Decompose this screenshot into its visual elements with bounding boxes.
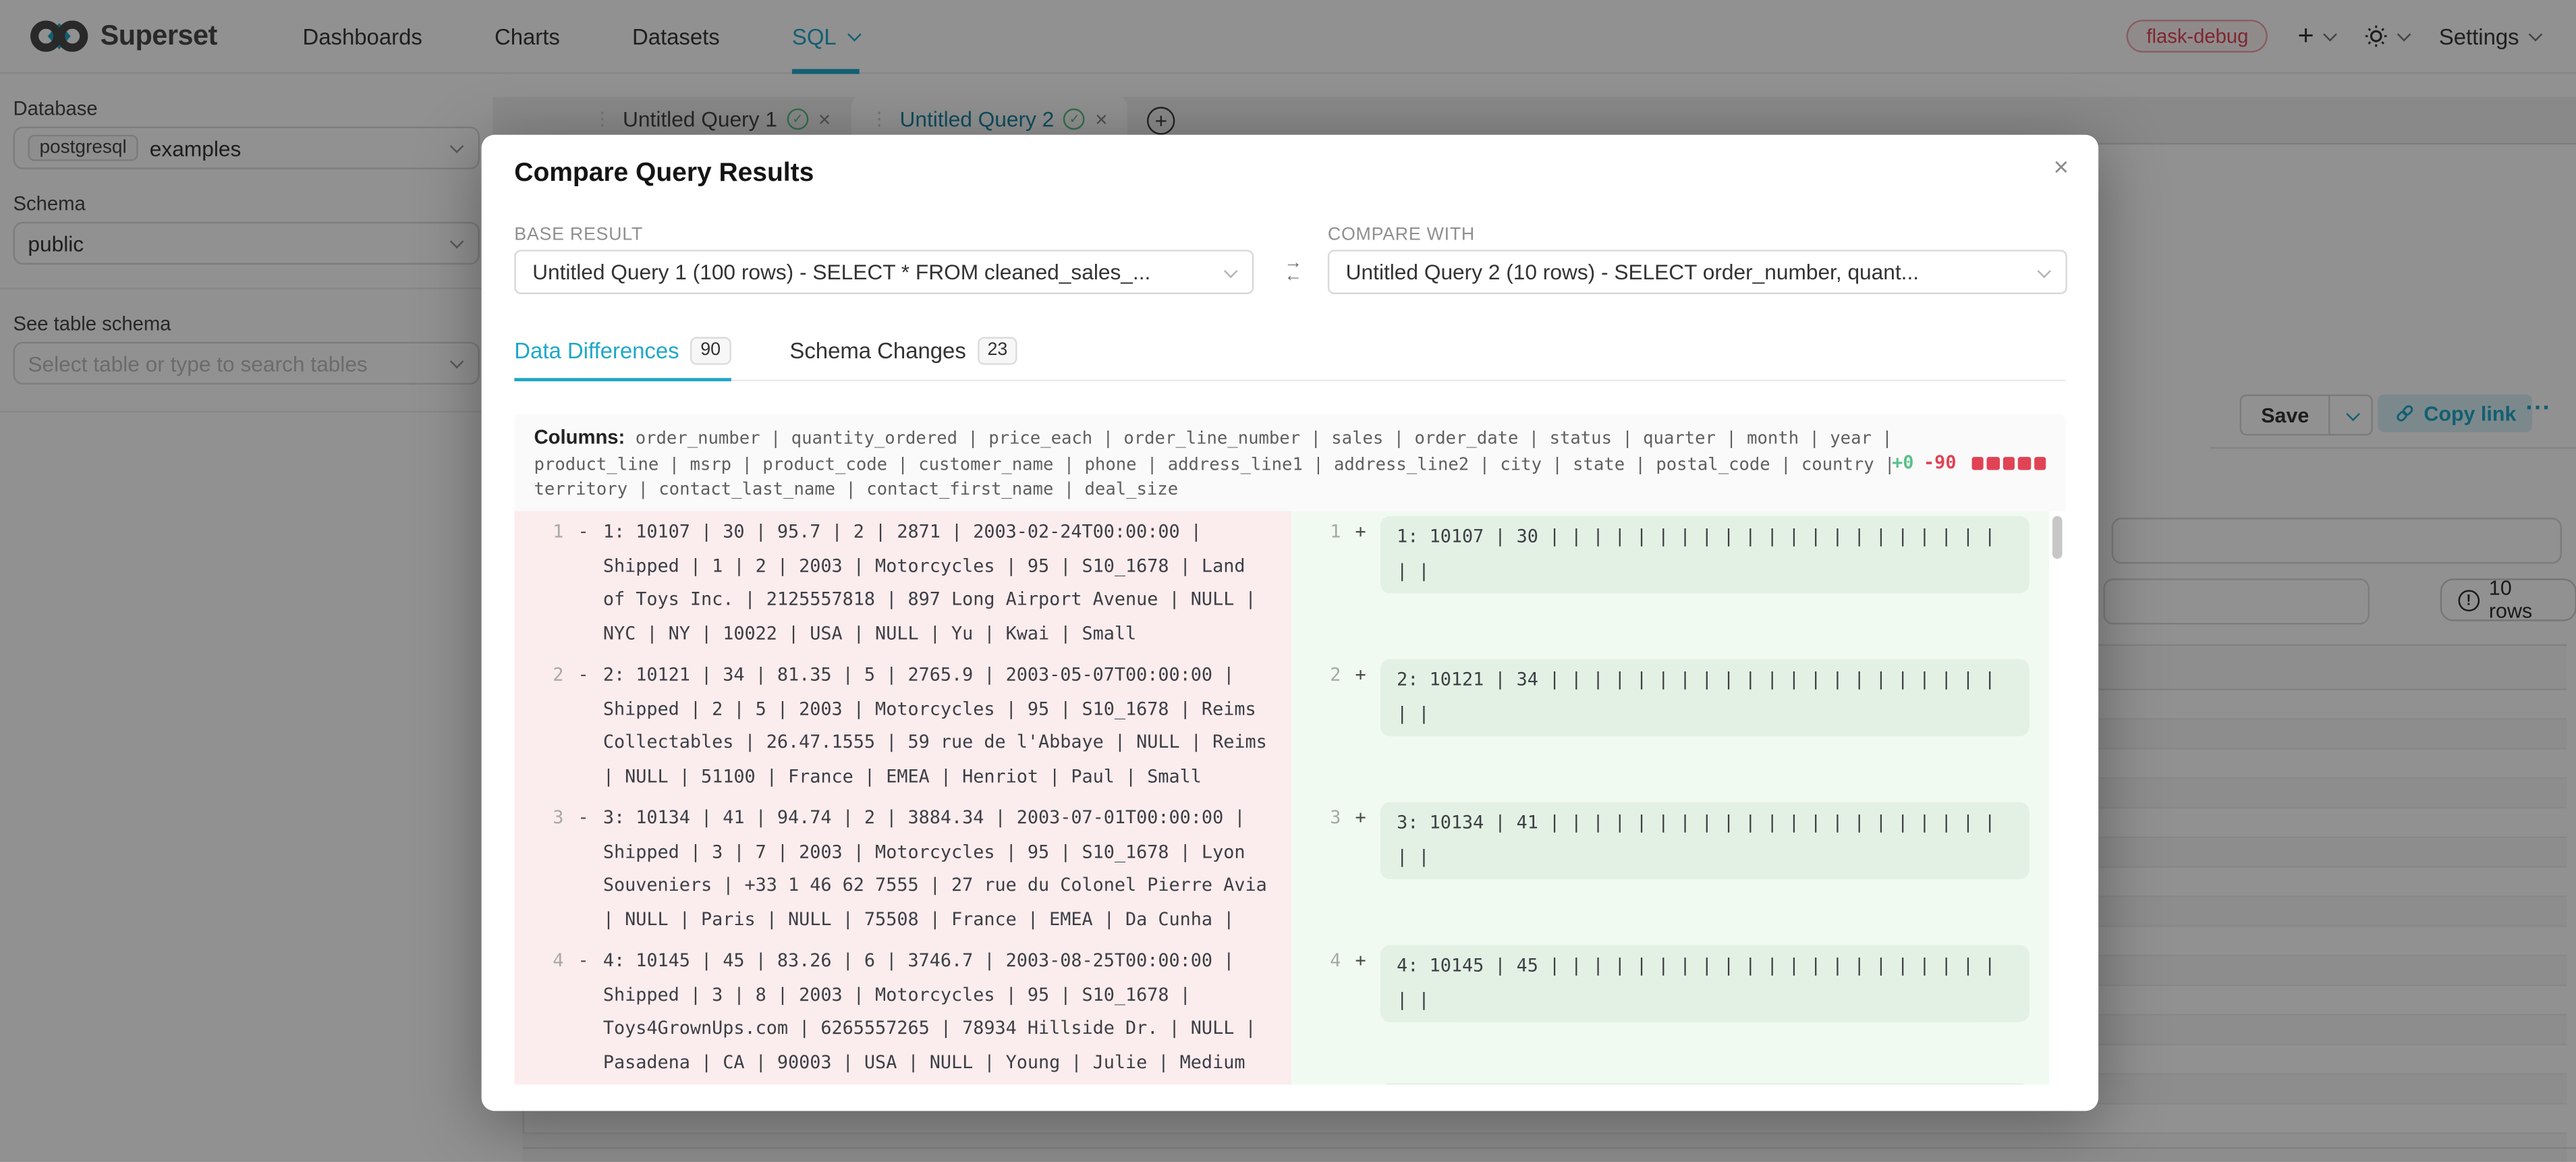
diff-row-added: 2 + 2: 10121 | 34 | | | | | | | | | | | … <box>1291 654 2065 797</box>
line-number: 1 <box>1291 516 1341 655</box>
compare-query-results-modal: Compare Query Results × BASE RESULT Unti… <box>482 135 2099 1111</box>
tab-count-badge: 90 <box>691 337 731 364</box>
added-count: +0 <box>1892 450 1913 476</box>
tab-schema-changes[interactable]: Schema Changes 23 <box>789 337 1017 379</box>
plus-sign: + <box>1341 516 1380 655</box>
diffstat-blocks-icon <box>1971 457 2046 469</box>
diff-row-text: 1: 10107 | 30 | | | | | | | | | | | | | … <box>1380 516 2029 593</box>
diff-row-added: 1 + 1: 10107 | 30 | | | | | | | | | | | … <box>1291 511 2065 654</box>
diff-row-text: 3: 10134 | 41 | | | | | | | | | | | | | … <box>1380 802 2029 879</box>
columns-label: Columns: <box>534 426 625 449</box>
removed-count: -90 <box>1924 450 1956 476</box>
diff-row-text: 2: 10121 | 34 | | | | | | | | | | | | | … <box>1380 659 2029 736</box>
diff-compare-panel: 1 + 1: 10107 | 30 | | | | | | | | | | | … <box>1291 511 2065 1084</box>
minus-sign: - <box>563 659 603 798</box>
scrollbar-track[interactable] <box>2049 511 2065 1084</box>
compare-with-select[interactable]: Untitled Query 2 (10 rows) - SELECT orde… <box>1328 250 2067 294</box>
close-icon[interactable]: × <box>2054 156 2069 182</box>
app-root: Superset Dashboards Charts Datasets SQL … <box>0 0 2576 1162</box>
diff-row-text: 4: 10145 | 45 | | | | | | | | | | | | | … <box>1380 945 2029 1022</box>
plus-sign: + <box>1341 802 1380 941</box>
diff-row-removed: 2 - 2: 10121 | 34 | 81.35 | 5 | 2765.9 |… <box>514 654 1291 797</box>
columns-line: product_line | msrp | product_code | cus… <box>534 453 2046 478</box>
compare-with-label: COMPARE WITH <box>1328 225 1475 245</box>
diff-viewer: 1 - 1: 10107 | 30 | 95.7 | 2 | 2871 | 20… <box>514 511 2065 1084</box>
plus-sign: + <box>1341 945 1380 1083</box>
line-number: 3 <box>514 802 563 941</box>
diff-row-text: 3: 10134 | 41 | 94.74 | 2 | 3884.34 | 20… <box>603 802 1291 941</box>
diff-base-panel: 1 - 1: 10107 | 30 | 95.7 | 2 | 2871 | 20… <box>514 511 1291 1084</box>
diff-tabs: Data Differences 90 Schema Changes 23 <box>514 337 2065 381</box>
line-number: 4 <box>514 945 563 1083</box>
scrollbar-thumb[interactable] <box>2052 516 2063 559</box>
line-number: 1 <box>514 516 563 655</box>
diff-row-text: 1: 10107 | 30 | 95.7 | 2 | 2871 | 2003-0… <box>603 516 1291 655</box>
line-number: 3 <box>1291 802 1341 941</box>
diff-row-removed: 1 - 1: 10107 | 30 | 95.7 | 2 | 2871 | 20… <box>514 511 1291 654</box>
line-number: 4 <box>1291 945 1341 1083</box>
columns-line: territory | contact_last_name | contact_… <box>534 478 2046 504</box>
diff-row-text: 2: 10121 | 34 | 81.35 | 5 | 2765.9 | 200… <box>603 659 1291 798</box>
minus-sign: - <box>563 516 603 655</box>
line-number: 2 <box>514 659 563 798</box>
diff-row-added-partial <box>1380 1083 2029 1084</box>
chevron-down-icon <box>2037 263 2051 277</box>
base-result-label: BASE RESULT <box>514 225 643 245</box>
base-result-select[interactable]: Untitled Query 1 (100 rows) - SELECT * F… <box>514 250 1254 294</box>
columns-line: Columns: order_number | quantity_ordered… <box>534 426 2046 453</box>
tab-count-badge: 23 <box>978 337 1017 365</box>
tab-data-differences[interactable]: Data Differences 90 <box>514 337 730 381</box>
diff-row-removed: 3 - 3: 10134 | 41 | 94.74 | 2 | 3884.34 … <box>514 797 1291 940</box>
modal-title: Compare Query Results <box>514 159 814 189</box>
diff-row-added: 4 + 4: 10145 | 45 | | | | | | | | | | | … <box>1291 940 2065 1083</box>
chevron-down-icon <box>1224 263 1238 277</box>
line-number: 2 <box>1291 659 1341 798</box>
columns-summary: Columns: order_number | quantity_ordered… <box>514 414 2065 516</box>
diff-row-text: 4: 10145 | 45 | 83.26 | 6 | 3746.7 | 200… <box>603 945 1291 1083</box>
plus-sign: + <box>1341 659 1380 798</box>
minus-sign: - <box>563 945 603 1083</box>
diff-row-removed: 4 - 4: 10145 | 45 | 83.26 | 6 | 3746.7 |… <box>514 940 1291 1083</box>
diffstat: +0 -90 <box>1892 450 2046 476</box>
swap-queries-icon: →← <box>1280 256 1306 283</box>
diff-row-added: 3 + 3: 10134 | 41 | | | | | | | | | | | … <box>1291 797 2065 940</box>
minus-sign: - <box>563 802 603 941</box>
